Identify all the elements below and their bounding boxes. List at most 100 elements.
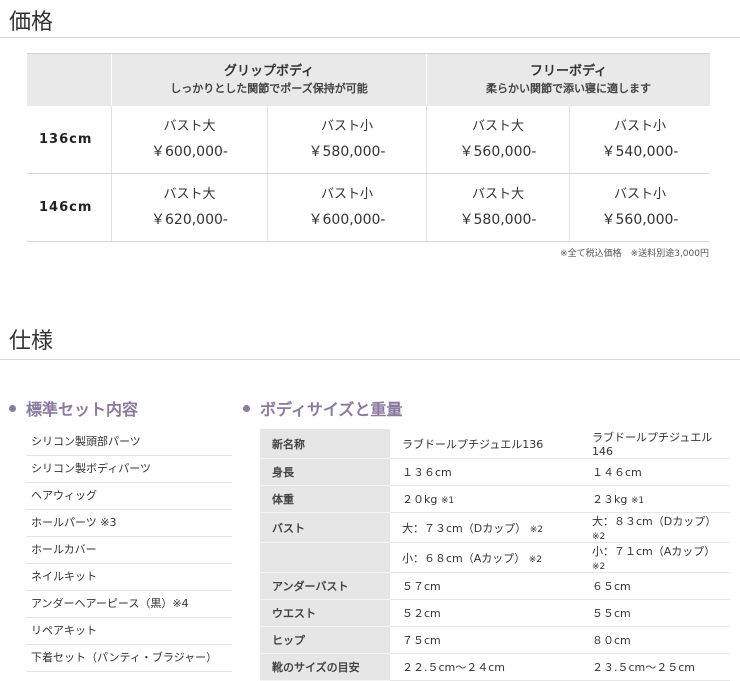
group-desc: しっかりとした関節でポーズ保持が可能 — [170, 82, 368, 95]
value-text: ラブドールプチジュエル146 — [592, 431, 713, 458]
spec-title-divider — [0, 359, 740, 360]
bust-label: バスト小 — [320, 118, 373, 134]
table-row: ヒップ ７５cm ８０cm — [260, 626, 730, 654]
value-text: １３６cm — [402, 466, 452, 479]
spec-section-title: 仕様 — [9, 329, 54, 354]
value-146: 小：７１cm（Aカップ） ※2 — [582, 542, 730, 573]
price-value: ￥580,000- — [459, 211, 537, 228]
value-136: ２２.５cm〜２４cm — [390, 653, 582, 681]
value-146: ８０cm — [582, 626, 730, 654]
price-cell: バスト大 ￥560,000- — [426, 106, 570, 174]
price-value: ￥600,000- — [151, 143, 228, 160]
row-label — [260, 542, 390, 573]
bust-label: バスト大 — [471, 186, 524, 202]
value-text: 大：８３cm（Dカップ） — [592, 515, 717, 528]
bullet-icon — [9, 405, 16, 412]
value-136: ５７cm — [390, 572, 582, 600]
row-label: ヒップ — [260, 626, 390, 654]
table-row: 小：６８cm（Aカップ） ※2 小：７１cm（Aカップ） ※2 — [260, 542, 730, 573]
value-136: 小：６８cm（Aカップ） ※2 — [390, 542, 582, 573]
list-item: シリコン製ボディパーツ — [26, 456, 232, 483]
group-header-free: フリーボディ 柔らかい関節で添い寝に適します — [426, 53, 710, 106]
value-136: ５２cm — [390, 599, 582, 627]
table-row: 身長 １３６cm １４６cm — [260, 458, 730, 486]
price-value: ￥600,000- — [308, 211, 386, 228]
value-text: 大：７３cm（Dカップ） — [402, 521, 527, 535]
table-row: バスト 大：７３cm（Dカップ） ※2 大：８３cm（Dカップ） ※2 — [260, 512, 730, 543]
price-value: ￥580,000- — [308, 143, 386, 160]
price-row-146: 146cm バスト大 ￥620,000- バスト小 ￥600,000- バスト大 ￥5… — [27, 173, 710, 242]
price-table-header: グリップボディ しっかりとした関節でポーズ保持が可能 フリーボディ 柔らかい関節… — [27, 53, 710, 106]
row-label: 体重 — [260, 485, 390, 513]
value-146: 大：８３cm（Dカップ） ※2 — [582, 512, 730, 543]
value-136: 大：７３cm（Dカップ） ※2 — [390, 512, 582, 543]
value-text: ５７cm — [402, 580, 441, 593]
value-text: １４６cm — [592, 466, 642, 479]
bust-label: バスト大 — [163, 118, 216, 134]
bust-label: バスト大 — [163, 186, 216, 202]
row-label: 靴のサイズの目安 — [260, 653, 390, 681]
price-cell: バスト大 ￥580,000- — [426, 173, 570, 242]
group-desc: 柔らかい関節で添い寝に適します — [486, 82, 651, 95]
price-cell: バスト小 ￥540,000- — [569, 106, 710, 174]
row-label: ウエスト — [260, 599, 390, 627]
price-cell: バスト小 ￥560,000- — [569, 173, 710, 242]
price-value: ￥540,000- — [601, 143, 679, 160]
list-item: ヘアウィッグ — [26, 483, 232, 510]
price-value: ￥560,000- — [459, 143, 537, 160]
price-value: ￥560,000- — [601, 211, 679, 228]
price-note: ※全て税込価格 ※送料別途3,000円 — [560, 249, 709, 259]
value-text: ５２cm — [402, 607, 441, 620]
footnote-mark: ※2 — [592, 532, 606, 542]
value-text: ラブドールプチジュエル136 — [402, 437, 544, 451]
list-item: リペアキット — [26, 618, 232, 645]
value-text: ７５cm — [402, 634, 441, 647]
value-136: ７５cm — [390, 626, 582, 654]
list-item: アンダーヘアーピース（黒）※4 — [26, 591, 232, 618]
value-146: ２３kg ※1 — [582, 485, 730, 513]
price-cell: バスト大 ￥620,000- — [111, 173, 268, 242]
footnote-mark: ※2 — [592, 562, 606, 572]
row-label: 新名称 — [260, 429, 390, 459]
value-text: 小：７１cm（Aカップ） — [592, 545, 716, 558]
footnote-mark: ※1 — [440, 496, 455, 506]
value-146: ２３.５cm〜２５cm — [582, 653, 730, 681]
list-item: シリコン製頭部パーツ — [26, 429, 232, 456]
price-cell: バスト小 ￥580,000- — [267, 106, 427, 174]
standard-set-title: 標準セット内容 — [26, 400, 139, 419]
body-size-heading: ボディサイズと重量 — [243, 396, 402, 420]
body-size-title: ボディサイズと重量 — [260, 400, 403, 419]
bullet-icon — [243, 405, 250, 412]
footnote-mark: ※2 — [529, 524, 544, 535]
standard-set-heading: 標準セット内容 — [9, 396, 138, 420]
price-cell: バスト小 ￥600,000- — [267, 173, 427, 242]
list-item: ホールパーツ ※3 — [26, 510, 232, 537]
row-label: バスト — [260, 512, 390, 543]
table-row: アンダーバスト ５７cm ６５cm — [260, 572, 730, 600]
header-corner — [27, 53, 112, 106]
price-value: ￥620,000- — [151, 211, 228, 228]
footnote-mark: ※1 — [630, 496, 645, 506]
value-text: ８０cm — [592, 634, 631, 647]
table-row: 体重 ２０kg ※1 ２３kg ※1 — [260, 485, 730, 513]
list-item: 下着セット（パンティ・ブラジャー） — [26, 645, 232, 672]
value-text: ２０kg — [402, 493, 438, 506]
price-row-136: 136cm バスト大 ￥600,000- バスト小 ￥580,000- バスト大 ￥5… — [27, 106, 710, 174]
value-136: ２０kg ※1 — [390, 485, 582, 513]
value-text: ２２.５cm〜２４cm — [402, 661, 506, 674]
bust-label: バスト大 — [471, 118, 524, 134]
footnote-mark: ※2 — [528, 554, 543, 565]
value-text: ２３.５cm〜２５cm — [592, 661, 696, 674]
table-row: 靴のサイズの目安 ２２.５cm〜２４cm ２３.５cm〜２５cm — [260, 653, 730, 681]
row-label: 身長 — [260, 458, 390, 486]
standard-set-list: シリコン製頭部パーツ シリコン製ボディパーツ ヘアウィッグ ホールパーツ ※3 … — [26, 429, 232, 672]
price-section-title: 価格 — [9, 10, 54, 35]
group-name: グリップボディ — [223, 64, 315, 79]
value-146: ラブドールプチジュエル146 — [582, 429, 730, 459]
bust-label: バスト小 — [320, 186, 373, 202]
row-label: アンダーバスト — [260, 572, 390, 600]
table-row: ウエスト ５２cm ５５cm — [260, 599, 730, 627]
price-title-divider — [0, 37, 740, 38]
price-cell: バスト大 ￥600,000- — [111, 106, 268, 174]
value-text: ６５cm — [592, 580, 631, 593]
